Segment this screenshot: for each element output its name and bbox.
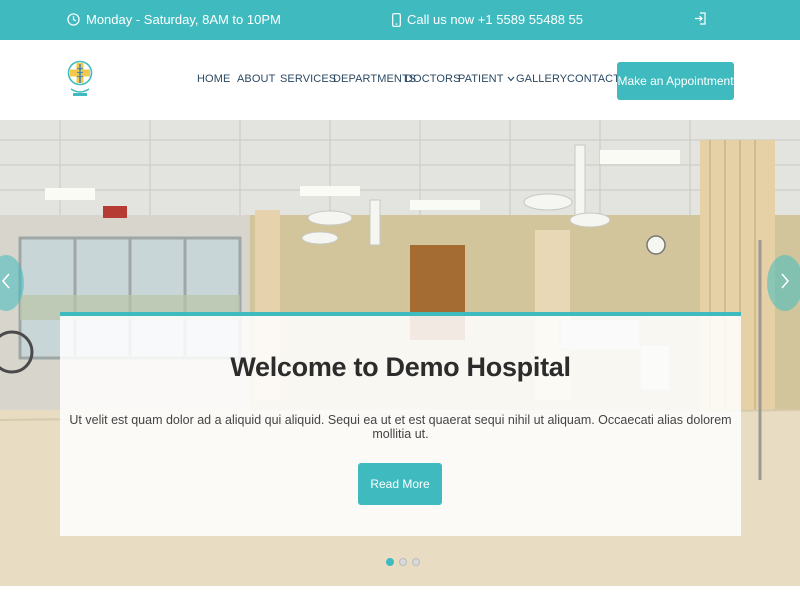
make-appointment-button[interactable]: Make an Appointment: [617, 62, 734, 100]
nav-services[interactable]: SERVICES: [280, 73, 336, 85]
medical-cross-logo[interactable]: [67, 59, 93, 101]
carousel-dot-2[interactable]: [399, 558, 407, 566]
nav-patient[interactable]: PATIENT: [458, 73, 515, 85]
slide-description: Ut velit est quam dolor ad a aliquid qui…: [69, 413, 732, 441]
top-bar: Monday - Saturday, 8AM to 10PM Call us n…: [0, 0, 800, 40]
carousel-indicators: [386, 558, 420, 566]
slide-caption-box: Welcome to Demo Hospital Ut velit est qu…: [60, 312, 741, 536]
slide-title: Welcome to Demo Hospital: [230, 352, 571, 382]
nav-patient-label: PATIENT: [458, 73, 504, 85]
carousel-dot-3[interactable]: [412, 558, 420, 566]
phone-icon: [392, 12, 401, 27]
nav-about[interactable]: ABOUT: [237, 73, 275, 85]
read-more-button[interactable]: Read More: [358, 463, 442, 505]
nav-gallery[interactable]: GALLERY: [516, 73, 567, 85]
chevron-right-icon: [780, 272, 790, 294]
carousel-next-button[interactable]: [767, 255, 800, 311]
clock-icon: [67, 13, 80, 26]
header: HOME ABOUT SERVICES DEPARTMENTS DOCTORS …: [0, 40, 800, 120]
nav-contact[interactable]: CONTACT: [567, 73, 620, 85]
opening-hours: Monday - Saturday, 8AM to 10PM: [67, 12, 281, 27]
chevron-left-icon: [1, 272, 11, 294]
hero-carousel: Welcome to Demo Hospital Ut velit est qu…: [0, 120, 800, 586]
chevron-down-icon: [507, 73, 515, 85]
nav-departments[interactable]: DEPARTMENTS: [333, 73, 416, 85]
nav-home[interactable]: HOME: [197, 73, 230, 85]
sign-in-icon[interactable]: [694, 12, 708, 26]
phone-contact: Call us now +1 5589 55488 55: [392, 12, 583, 27]
page-bottom-strip: [0, 586, 800, 600]
nav-doctors[interactable]: DOCTORS: [405, 73, 461, 85]
carousel-dot-1[interactable]: [386, 558, 394, 566]
phone-text: Call us now +1 5589 55488 55: [407, 12, 583, 27]
opening-hours-text: Monday - Saturday, 8AM to 10PM: [86, 12, 281, 27]
